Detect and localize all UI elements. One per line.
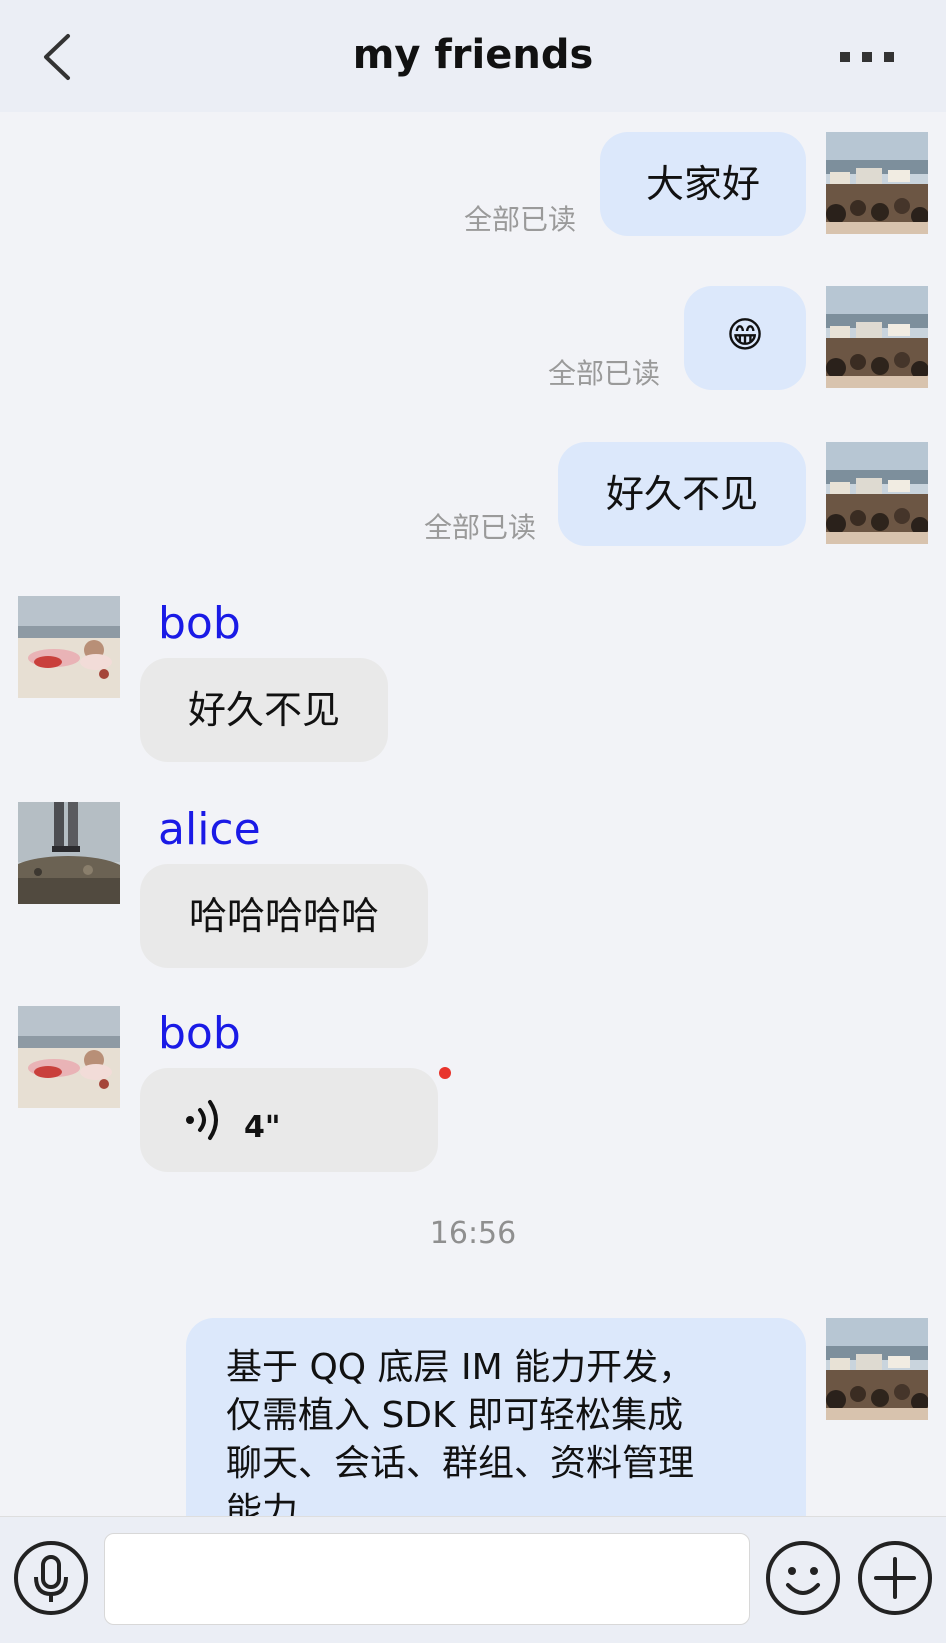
sender-name: alice bbox=[158, 804, 261, 855]
my-avatar[interactable] bbox=[826, 132, 928, 234]
sender-name: bob bbox=[158, 598, 241, 649]
navigation-bar: my friends bbox=[0, 0, 946, 112]
sender-name: bob bbox=[158, 1008, 241, 1059]
message-bubble[interactable]: 好久不见 bbox=[558, 442, 806, 546]
emoji-grin-icon: 😁 bbox=[726, 315, 764, 356]
read-status: 全部已读 bbox=[547, 357, 660, 390]
message-bubble[interactable]: 好久不见 bbox=[140, 658, 388, 762]
timestamp: 16:56 bbox=[429, 1216, 517, 1251]
contact-avatar-bob[interactable] bbox=[18, 596, 120, 698]
message-line: 仅需植入 SDK 即可轻松集成 bbox=[226, 1395, 684, 1436]
message-text: 基于 QQ 底层 IM 能力开发， 仅需植入 SDK 即可轻松集成 聊天、会话、… bbox=[226, 1344, 766, 1516]
contact-avatar-alice[interactable] bbox=[18, 802, 120, 904]
unread-dot bbox=[439, 1067, 451, 1079]
voice-wave-icon bbox=[182, 1096, 230, 1157]
read-status: 全部已读 bbox=[463, 203, 576, 236]
message-text: 好久不见 bbox=[187, 688, 340, 732]
my-avatar[interactable] bbox=[826, 286, 928, 388]
microphone-icon[interactable] bbox=[12, 1539, 90, 1617]
message-input[interactable] bbox=[104, 1533, 750, 1625]
my-avatar[interactable] bbox=[826, 442, 928, 544]
contact-avatar-bob[interactable] bbox=[18, 1006, 120, 1108]
input-toolbar bbox=[0, 1516, 946, 1643]
message-bubble[interactable]: 大家好 bbox=[600, 132, 806, 236]
message-bubble[interactable]: 基于 QQ 底层 IM 能力开发， 仅需植入 SDK 即可轻松集成 聊天、会话、… bbox=[186, 1318, 806, 1516]
voice-duration: 4" bbox=[244, 1110, 281, 1145]
read-status: 全部已读 bbox=[423, 511, 536, 544]
message-line: 能力 bbox=[226, 1491, 299, 1516]
message-bubble[interactable]: 哈哈哈哈哈 bbox=[140, 864, 428, 968]
page-title: my friends bbox=[352, 32, 594, 78]
more-dots-icon[interactable] bbox=[834, 46, 900, 68]
smiley-icon[interactable] bbox=[764, 1539, 842, 1617]
message-text: 哈哈哈哈哈 bbox=[188, 894, 379, 938]
voice-message-bubble[interactable]: 4" bbox=[140, 1068, 438, 1172]
my-avatar[interactable] bbox=[826, 1318, 928, 1420]
message-text: 大家好 bbox=[645, 162, 760, 206]
message-line: 聊天、会话、群组、资料管理 bbox=[226, 1443, 695, 1484]
plus-icon[interactable] bbox=[856, 1539, 934, 1617]
message-text: 好久不见 bbox=[605, 472, 758, 516]
message-line: 基于 QQ 底层 IM 能力开发， bbox=[226, 1347, 695, 1388]
message-list[interactable]: 大家好 全部已读 😁 全部已读 好久不见 全部已读 bob 好久不见 alice… bbox=[0, 112, 946, 1516]
emoji-bubble[interactable]: 😁 bbox=[684, 286, 806, 390]
